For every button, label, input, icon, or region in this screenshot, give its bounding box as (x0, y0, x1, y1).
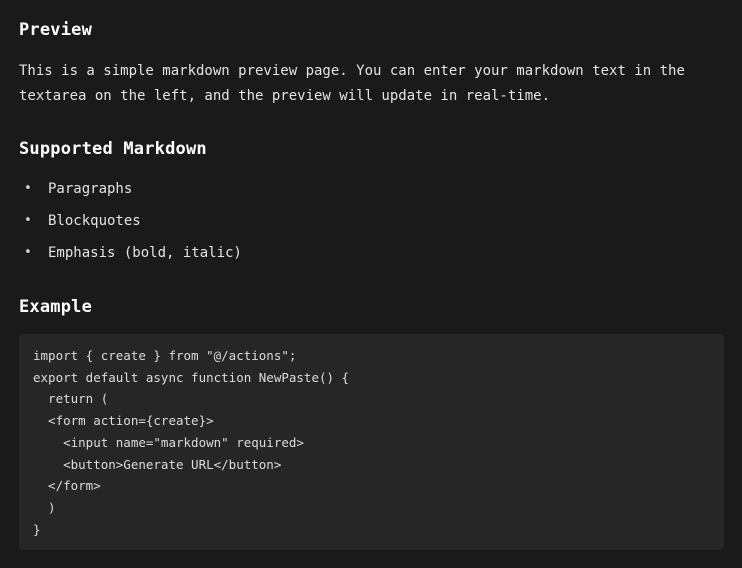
code-line: <input name="markdown" required> (33, 434, 304, 450)
list-item-label: Emphasis (bold, italic) (48, 245, 242, 261)
code-line: export default async function NewPaste()… (33, 369, 350, 385)
list-item: • Paragraphs (19, 177, 242, 209)
list-item: • Emphasis (bold, italic) (19, 241, 242, 273)
list-item-label: Paragraphs (48, 181, 133, 197)
code-line: ) (33, 499, 56, 515)
code-line: import { create } from "@/actions"; (33, 348, 297, 363)
code-block: import { create } from "@/actions"; expo… (19, 334, 724, 550)
code-line: </form> (33, 478, 101, 494)
supported-markdown-list: • Paragraphs • Blockquotes • Emphasis (b… (19, 177, 242, 273)
preview-heading: Preview (19, 20, 93, 40)
code-line: } (33, 521, 41, 537)
intro-paragraph: This is a simple markdown preview page. … (19, 63, 685, 104)
bullet-icon: • (24, 181, 32, 196)
code-line: <form action={create}> (33, 413, 214, 429)
list-item: • Blockquotes (19, 209, 242, 241)
list-item-label: Blockquotes (48, 213, 141, 229)
bullet-icon: • (24, 213, 32, 228)
supported-markdown-heading: Supported Markdown (19, 139, 207, 159)
example-heading: Example (19, 297, 93, 317)
markdown-preview-pane: Preview This is a simple markdown previe… (0, 0, 742, 568)
code-line: return ( (33, 391, 109, 407)
code-line: <button>Generate URL</button> (33, 456, 282, 472)
bullet-icon: • (24, 245, 32, 260)
